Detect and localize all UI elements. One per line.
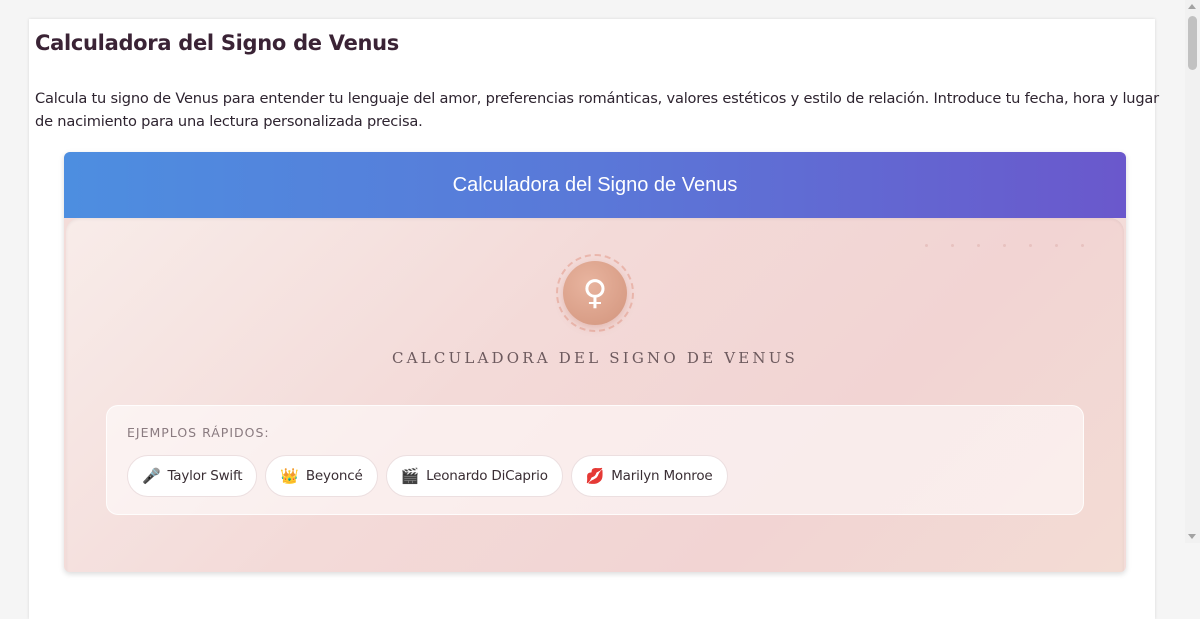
venus-calculator-card: Calculadora del Signo de Venus ♀ CALCULA… [64, 152, 1126, 572]
example-chip-label: Beyoncé [305, 468, 363, 484]
page-description: Calcula tu signo de Venus para entender … [35, 90, 1159, 130]
example-chip-label: Leonardo DiCaprio [426, 468, 548, 484]
example-chip-label: Taylor Swift [167, 468, 243, 484]
card-body: ♀ CALCULADORA DEL SIGNO DE VENUS EJEMPLO… [66, 218, 1124, 572]
example-chip-label: Marilyn Monroe [611, 468, 713, 484]
scroll-up-arrow-icon[interactable] [1188, 4, 1196, 9]
example-chip-leonardo-dicaprio[interactable]: 🎬 Leonardo DiCaprio [385, 455, 563, 497]
example-chip-taylor-swift[interactable]: 🎤 Taylor Swift [127, 455, 258, 497]
page-scrollbar[interactable] [1185, 0, 1200, 543]
quick-examples-label: EJEMPLOS RÁPIDOS: [127, 425, 270, 440]
calculator-subtitle: CALCULADORA DEL SIGNO DE VENUS [391, 349, 799, 367]
quick-examples-list: 🎤 Taylor Swift 👑 Beyoncé 🎬 Leonardo DiCa… [127, 455, 728, 497]
example-chip-marilyn-monroe[interactable]: 💋 Marilyn Monroe [570, 455, 728, 497]
scrollbar-thumb[interactable] [1188, 16, 1197, 70]
card-header: Calculadora del Signo de Venus [64, 152, 1126, 218]
decorative-dots [925, 244, 1084, 247]
venus-symbol-icon: ♀ [563, 261, 627, 325]
clapperboard-icon: 🎬 [400, 466, 420, 485]
page-title: Calculadora del Signo de Venus [35, 31, 400, 55]
lips-icon: 💋 [585, 466, 605, 485]
example-chip-beyonce[interactable]: 👑 Beyoncé [265, 455, 378, 497]
microphone-icon: 🎤 [142, 466, 161, 485]
venus-symbol-ring: ♀ [556, 254, 634, 332]
quick-examples-panel: EJEMPLOS RÁPIDOS: 🎤 Taylor Swift 👑 Beyon… [106, 405, 1084, 515]
scroll-down-arrow-icon[interactable] [1188, 534, 1196, 539]
page-container: Calculadora del Signo de Venus Calcula t… [29, 19, 1159, 619]
crown-icon: 👑 [280, 466, 299, 485]
